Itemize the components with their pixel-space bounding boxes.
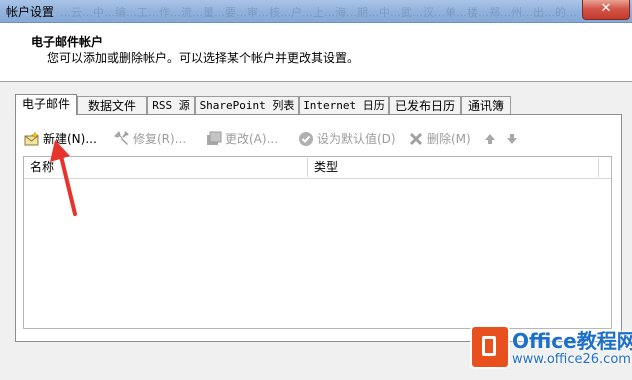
watermark-url: www.office26.com xyxy=(512,352,631,367)
envelope-new-icon xyxy=(24,131,40,146)
move-up-button[interactable] xyxy=(482,129,498,149)
close-button[interactable]: ✕ xyxy=(582,0,630,20)
tools-repair-icon xyxy=(114,131,129,145)
column-divider[interactable] xyxy=(598,158,599,177)
tab-sharepoint[interactable]: SharePoint 列表 xyxy=(195,96,299,114)
move-down-button[interactable] xyxy=(504,129,520,149)
close-icon: ✕ xyxy=(600,1,612,16)
dialog-header: 电子邮件帐户 您可以添加或删除帐户。可以选择某个帐户并更改其设置。 xyxy=(0,23,632,82)
tab-panel-email: 新建(N)... 修复(R)... 更改(A)... 设为默认值(D) 删除(M… xyxy=(15,114,622,342)
tab-data-files[interactable]: 数据文件 xyxy=(77,96,147,114)
check-circle-icon xyxy=(299,132,313,146)
new-button-label: 新建(N)... xyxy=(43,132,97,146)
repair-button-label: 修复(R)... xyxy=(133,132,187,146)
window-title: 帐户设置 xyxy=(6,5,55,19)
tab-published-calendar[interactable]: 已发布日历 xyxy=(389,96,461,114)
tab-internet-calendar[interactable]: Internet 日历 xyxy=(299,96,389,114)
arrow-down-icon xyxy=(507,134,517,144)
header-description: 您可以添加或删除帐户。可以选择某个帐户并更改其设置。 xyxy=(47,51,360,65)
watermark-logo: Office教程网 www.office26.com xyxy=(466,322,632,378)
account-list[interactable]: 名称 类型 xyxy=(23,156,612,329)
list-column-header: 名称 类型 xyxy=(24,157,611,179)
change-icon xyxy=(207,131,222,145)
set-default-button-label: 设为默认值(D) xyxy=(317,132,396,146)
office-logo-icon xyxy=(472,327,508,367)
watermark-brand: Office教程网 xyxy=(512,329,632,353)
remove-button-label: 删除(M) xyxy=(427,132,471,146)
delete-x-icon xyxy=(409,132,423,146)
header-title: 电子邮件帐户 xyxy=(31,35,104,49)
title-bar: …云…中…编…工…作…流…量…要…审…核…户…上…海…期…中…武…汉…单…楼…郑… xyxy=(0,0,632,23)
tab-rss[interactable]: RSS 源 xyxy=(147,96,195,114)
arrow-up-icon xyxy=(485,134,495,144)
column-header-name[interactable]: 名称 xyxy=(24,157,307,178)
tab-email[interactable]: 电子邮件 xyxy=(15,94,77,115)
change-button-label: 更改(A)... xyxy=(225,132,279,146)
column-header-type[interactable]: 类型 xyxy=(308,157,598,178)
background-ghost-text: …云…中…编…工…作…流…量…要…审…核…户…上…海…期…中…武…汉…单…楼…郑… xyxy=(60,6,577,19)
tab-address-book[interactable]: 通讯簿 xyxy=(461,96,511,114)
